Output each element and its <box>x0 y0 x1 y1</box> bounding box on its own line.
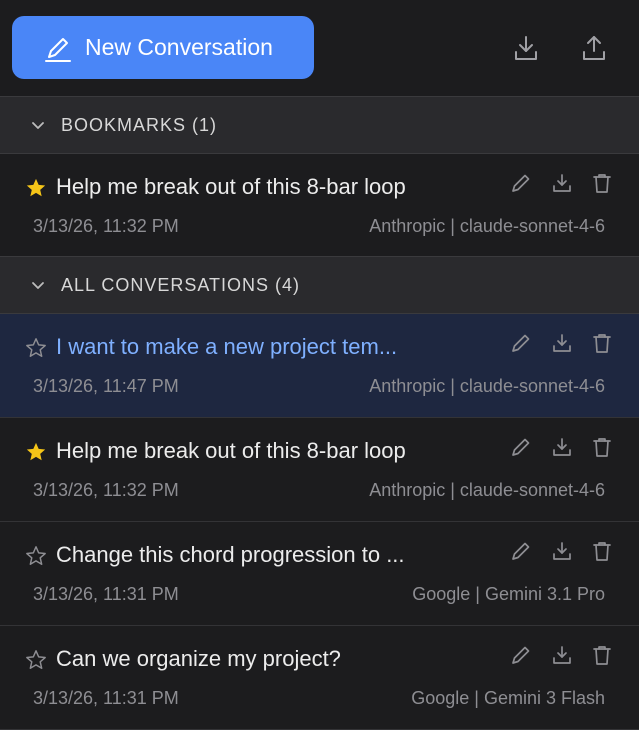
conversation-title: Can we organize my project? <box>56 646 341 671</box>
top-toolbar: New Conversation <box>0 0 639 97</box>
download-icon[interactable] <box>549 170 575 196</box>
star-outline-icon[interactable] <box>24 336 48 360</box>
bookmarks-title: BOOKMARKS (1) <box>61 114 218 135</box>
all-conversations-title: ALL CONVERSATIONS (4) <box>61 274 301 295</box>
edit-icon[interactable] <box>508 538 534 564</box>
trash-icon[interactable] <box>589 538 615 564</box>
conversation-item[interactable]: Help me break out of this 8-bar loop 3/1… <box>0 418 639 522</box>
trash-icon[interactable] <box>589 434 615 460</box>
conversation-date: 3/13/26, 11:31 PM <box>33 688 179 708</box>
conversation-model: Anthropic | claude-sonnet-4-6 <box>369 376 605 396</box>
conversation-title: Help me break out of this 8-bar loop <box>56 174 406 199</box>
conversation-date: 3/13/26, 11:32 PM <box>33 216 179 236</box>
conversation-item[interactable]: Change this chord progression to ... 3/1… <box>0 522 639 626</box>
new-conversation-button[interactable]: New Conversation <box>12 16 314 79</box>
trash-icon[interactable] <box>589 330 615 356</box>
conversation-title: Help me break out of this 8-bar loop <box>56 438 406 463</box>
bookmarks-section-header[interactable]: BOOKMARKS (1) <box>0 96 639 154</box>
trash-icon[interactable] <box>589 642 615 668</box>
edit-icon[interactable] <box>508 170 534 196</box>
star-filled-icon[interactable] <box>24 176 48 200</box>
chevron-down-icon <box>30 117 46 133</box>
star-outline-icon[interactable] <box>24 544 48 568</box>
conversation-model: Google | Gemini 3 Flash <box>411 688 605 708</box>
conversation-item[interactable]: Can we organize my project? 3/13/26, 11:… <box>0 626 639 730</box>
upload-icon[interactable] <box>580 33 608 63</box>
conversation-title: Change this chord progression to ... <box>56 542 405 567</box>
download-icon[interactable] <box>549 538 575 564</box>
download-icon[interactable] <box>512 33 540 63</box>
conversation-model: Google | Gemini 3.1 Pro <box>412 584 605 604</box>
conversation-date: 3/13/26, 11:32 PM <box>33 480 179 500</box>
conversation-model: Anthropic | claude-sonnet-4-6 <box>369 216 605 236</box>
star-filled-icon[interactable] <box>24 440 48 464</box>
download-icon[interactable] <box>549 330 575 356</box>
edit-icon[interactable] <box>508 642 534 668</box>
download-icon[interactable] <box>549 434 575 460</box>
conversation-date: 3/13/26, 11:47 PM <box>33 376 179 396</box>
star-outline-icon[interactable] <box>24 648 48 672</box>
conversation-item[interactable]: Help me break out of this 8-bar loop 3/1… <box>0 154 639 258</box>
conversation-date: 3/13/26, 11:31 PM <box>33 584 179 604</box>
trash-icon[interactable] <box>589 170 615 196</box>
chevron-down-icon <box>30 277 46 293</box>
conversation-model: Anthropic | claude-sonnet-4-6 <box>369 480 605 500</box>
conversation-title: I want to make a new project tem... <box>56 334 398 359</box>
edit-icon[interactable] <box>508 434 534 460</box>
all-conversations-section-header[interactable]: ALL CONVERSATIONS (4) <box>0 256 639 314</box>
new-conversation-label: New Conversation <box>85 34 273 60</box>
edit-icon[interactable] <box>508 330 534 356</box>
pencil-icon <box>43 33 73 63</box>
download-icon[interactable] <box>549 642 575 668</box>
conversation-item-active[interactable]: I want to make a new project tem... 3/13… <box>0 314 639 418</box>
